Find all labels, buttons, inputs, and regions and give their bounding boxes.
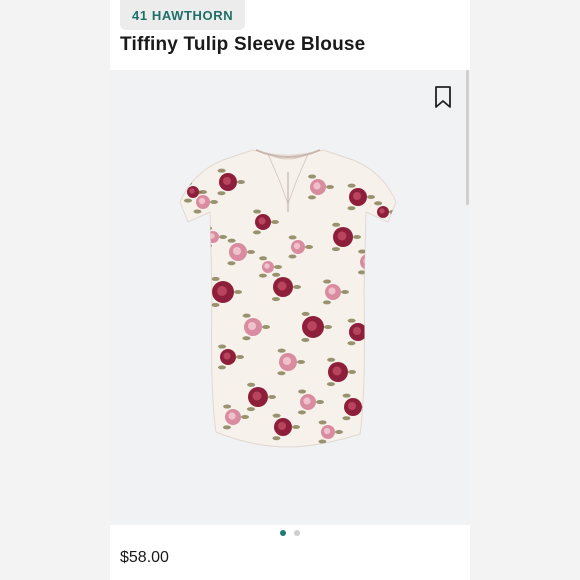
- right-backdrop: [470, 0, 580, 580]
- product-title: Tiffiny Tulip Sleeve Blouse: [120, 34, 366, 55]
- carousel-dot[interactable]: [294, 530, 300, 536]
- left-backdrop: [0, 0, 110, 580]
- carousel-dot[interactable]: [280, 530, 286, 536]
- brand-badge[interactable]: 41 HAWTHORN: [120, 0, 246, 30]
- product-image-carousel[interactable]: [110, 70, 470, 525]
- carousel-pagination: [110, 530, 470, 542]
- product-image: [179, 149, 397, 448]
- product-screen: 41 HAWTHORN Tiffiny Tulip Sleeve Blouse …: [110, 0, 470, 580]
- product-price: $58.00: [120, 549, 169, 566]
- bookmark-icon[interactable]: [434, 86, 452, 108]
- product-header: 41 HAWTHORN Tiffiny Tulip Sleeve Blouse: [110, 0, 470, 70]
- scrollbar[interactable]: [466, 70, 469, 205]
